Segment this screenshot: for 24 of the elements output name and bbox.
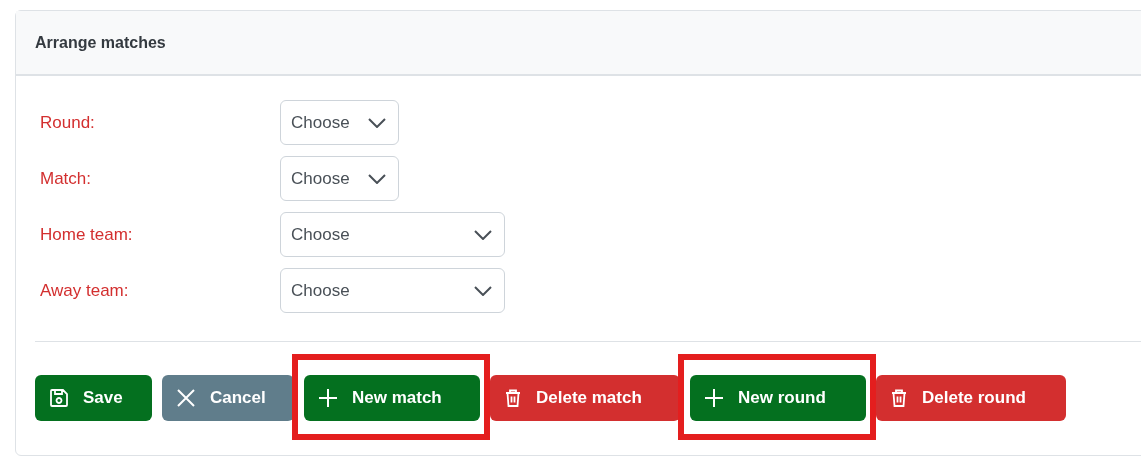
trash-icon	[891, 389, 907, 407]
field-label: Match:	[40, 167, 93, 190]
plus-icon	[705, 389, 723, 407]
field-label: Away team:	[40, 279, 130, 302]
select-dropdown[interactable]: Choose	[280, 100, 399, 145]
chevron-down-icon	[474, 229, 492, 240]
cancel-button[interactable]: Cancel	[162, 375, 294, 421]
select-dropdown[interactable]: Choose	[280, 156, 399, 201]
panel-title: Arrange matches	[35, 32, 166, 53]
delete-button[interactable]: Delete match	[490, 375, 680, 421]
add-button[interactable]: New round	[690, 375, 866, 421]
field-label: Home team:	[40, 223, 134, 246]
add-button[interactable]: New match	[304, 375, 480, 421]
chevron-down-icon	[474, 285, 492, 296]
chevron-down-icon	[368, 117, 386, 128]
trash-icon	[505, 389, 521, 407]
chevron-down-icon	[368, 173, 386, 184]
delete-button[interactable]: Delete round	[876, 375, 1066, 421]
plus-icon	[319, 389, 337, 407]
save-button[interactable]: Save	[35, 375, 152, 421]
select-dropdown[interactable]: Choose	[280, 268, 505, 313]
select-dropdown[interactable]: Choose	[280, 212, 505, 257]
close-icon	[177, 389, 195, 407]
field-label: Round:	[40, 111, 96, 134]
